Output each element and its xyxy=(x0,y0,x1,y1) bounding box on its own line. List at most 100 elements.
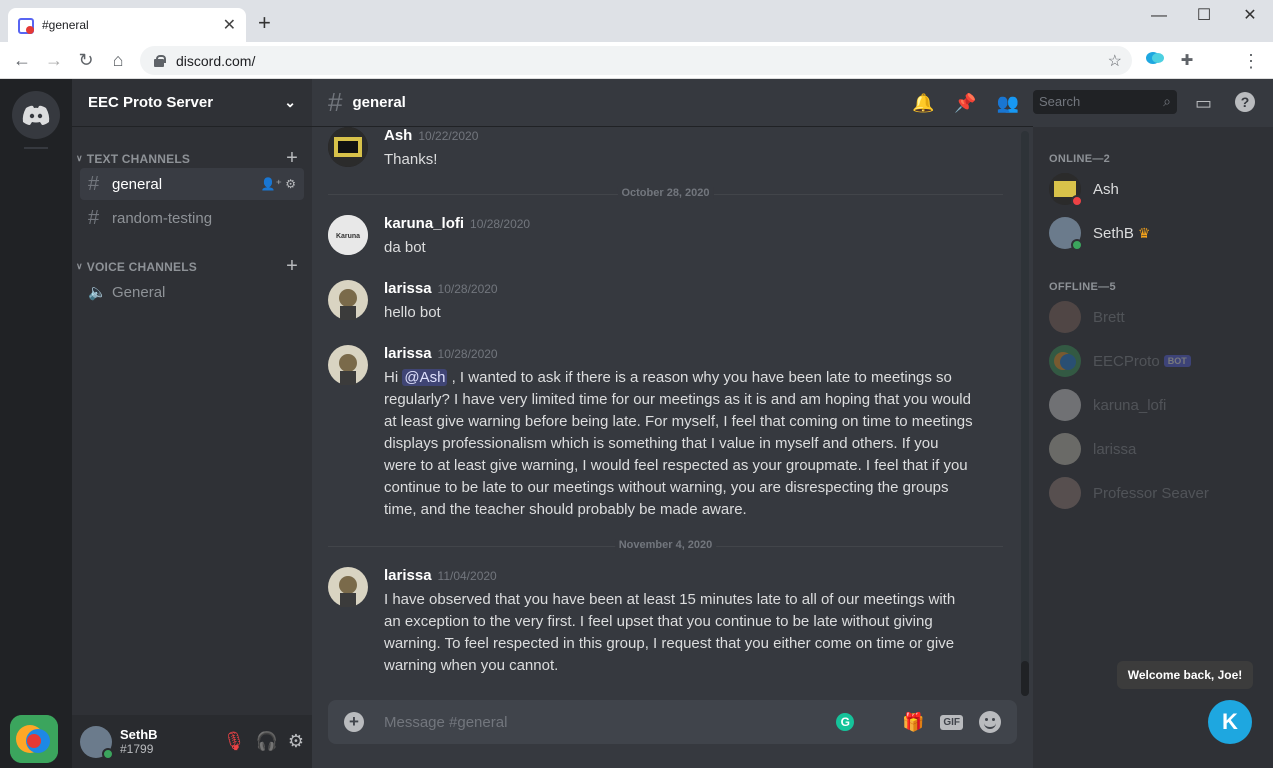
extensions-puzzle-icon[interactable]: ✚ xyxy=(1176,50,1198,72)
hash-icon: # xyxy=(328,87,343,117)
message-text: da bot xyxy=(384,239,426,256)
avatar[interactable] xyxy=(328,567,368,607)
channel-sidebar: EEC Proto Server ⌄ ∨ TEXT CHANNELS + # g… xyxy=(72,79,312,768)
eec-proto-server-icon[interactable] xyxy=(10,715,58,763)
avatar[interactable] xyxy=(328,345,368,385)
user-panel: SethB #1799 🎙 🎧 ⚙ xyxy=(72,715,312,768)
gif-icon[interactable]: GIF xyxy=(940,714,963,730)
server-header[interactable]: EEC Proto Server ⌄ xyxy=(72,79,312,127)
search-input[interactable]: Search ⌕ xyxy=(1033,90,1177,114)
message-timestamp: 10/28/2020 xyxy=(437,347,498,361)
pinned-messages-icon[interactable]: 📌 xyxy=(954,93,976,114)
channel-random-testing[interactable]: # random-testing xyxy=(80,202,304,234)
server-list xyxy=(0,79,72,768)
message-text: hello bot xyxy=(384,304,441,321)
avatar xyxy=(1049,477,1081,509)
forward-icon[interactable]: → xyxy=(42,48,66,72)
discord-home-button[interactable] xyxy=(12,91,60,139)
dnd-status-icon xyxy=(1071,195,1083,207)
avatar[interactable]: Karuna xyxy=(328,215,368,255)
user-tag: #1799 xyxy=(120,741,154,756)
hash-icon: # xyxy=(88,172,100,195)
add-channel-icon[interactable]: + xyxy=(286,255,298,278)
crown-icon: ♛ xyxy=(1137,224,1151,241)
grammarly-icon[interactable]: G xyxy=(836,713,855,731)
emoji-icon[interactable] xyxy=(979,711,1001,733)
menu-kebab-icon[interactable]: ⋮ xyxy=(1240,50,1262,72)
chevron-down-icon[interactable]: ⌄ xyxy=(284,94,296,111)
member-item[interactable]: Brett xyxy=(1049,301,1125,333)
home-icon[interactable]: ⌂ xyxy=(106,48,130,72)
server-name: EEC Proto Server xyxy=(88,94,214,111)
chat-scrollbar[interactable] xyxy=(1021,131,1029,696)
category-label: VOICE CHANNELS xyxy=(86,259,197,274)
avatar[interactable] xyxy=(80,725,114,760)
add-channel-icon[interactable]: + xyxy=(286,147,298,170)
scrollbar-thumb[interactable] xyxy=(1021,661,1029,696)
category-label: TEXT CHANNELS xyxy=(86,151,191,166)
offline-header: OFFLINE—5 xyxy=(1049,281,1116,293)
notification-bell-icon[interactable]: 🔔 xyxy=(912,93,934,114)
mute-mic-icon[interactable]: 🎙 xyxy=(223,731,246,752)
k-chat-widget-button[interactable]: K xyxy=(1208,700,1252,744)
member-item[interactable]: SethB ♛ xyxy=(1049,217,1151,251)
chevron-down-icon: ∨ xyxy=(76,153,83,163)
message-author[interactable]: Ash 10/22/2020 xyxy=(384,127,478,144)
avatar[interactable] xyxy=(328,127,368,167)
close-window-button[interactable]: ✕ xyxy=(1227,4,1273,28)
voice-channels-category[interactable]: ∨ VOICE CHANNELS + xyxy=(76,255,298,278)
user-settings-gear-icon[interactable]: ⚙ xyxy=(288,731,304,752)
address-bar[interactable]: discord.com/ ☆ xyxy=(140,46,1132,75)
message-timestamp: 10/28/2020 xyxy=(437,282,498,296)
voice-channel-general[interactable]: 🔈 General xyxy=(80,276,304,308)
extension-chat-icon[interactable] xyxy=(1144,50,1166,72)
message-timestamp: 10/22/2020 xyxy=(418,129,479,143)
message-author[interactable]: larissa 10/28/2020 xyxy=(384,345,498,362)
add-attachment-icon[interactable]: + xyxy=(344,712,364,732)
message-list: Ash 10/22/2020 Thanks! October 28, 2020 K… xyxy=(312,127,1033,697)
member-item[interactable]: Ash xyxy=(1049,173,1119,207)
browser-tab[interactable]: #general ✕ xyxy=(8,8,246,42)
online-status-icon xyxy=(102,747,114,760)
online-header: ONLINE—2 xyxy=(1049,153,1111,165)
member-item[interactable]: Professor Seaver xyxy=(1049,477,1209,509)
browser-toolbar: ← → ↻ ⌂ discord.com/ ☆ ✚ ⋮ xyxy=(0,42,1273,79)
message-composer[interactable]: + Message #general G 🎁 GIF xyxy=(328,700,1017,744)
channel-label: general xyxy=(112,175,163,193)
inbox-icon[interactable]: ▭ xyxy=(1195,93,1212,114)
text-channels-category[interactable]: ∨ TEXT CHANNELS + xyxy=(76,147,298,170)
back-icon[interactable]: ← xyxy=(10,48,34,72)
online-status-icon xyxy=(1071,239,1083,251)
member-list-icon[interactable]: 👥 xyxy=(997,93,1019,114)
message-text: Hi @Ash , I wanted to ask if there is a … xyxy=(384,369,973,518)
reload-icon[interactable]: ↻ xyxy=(74,48,98,72)
composer-input[interactable]: Message #general xyxy=(384,714,507,731)
member-item[interactable]: karuna_lofi xyxy=(1049,389,1166,421)
headphones-icon[interactable]: 🎧 xyxy=(255,731,277,752)
member-item[interactable]: larissa xyxy=(1049,433,1136,465)
chat-area: # general 🔔 📌 👥 Ash 10/22/2020 Thanks! Oc… xyxy=(312,79,1033,768)
lock-icon xyxy=(154,54,166,67)
message-author[interactable]: karuna_lofi 10/28/2020 xyxy=(384,215,530,232)
message-author[interactable]: larissa 10/28/2020 xyxy=(384,280,498,297)
message-text: Thanks! xyxy=(384,151,438,168)
discord-logo-icon xyxy=(22,105,50,125)
invite-settings-icons[interactable]: 👤⁺ ⚙ xyxy=(261,177,296,191)
message-author[interactable]: larissa 11/04/2020 xyxy=(384,567,497,584)
maximize-button[interactable]: ☐ xyxy=(1181,4,1227,28)
new-tab-button[interactable]: + xyxy=(258,10,271,36)
tab-close-icon[interactable]: ✕ xyxy=(223,15,236,35)
message-timestamp: 10/28/2020 xyxy=(470,217,531,231)
bookmark-star-icon[interactable]: ☆ xyxy=(1108,51,1122,71)
avatar xyxy=(1049,389,1081,421)
gift-icon[interactable]: 🎁 xyxy=(902,713,924,731)
help-icon[interactable]: ? xyxy=(1235,92,1255,112)
channel-title: general xyxy=(352,94,406,111)
member-item[interactable]: EECProto BOT xyxy=(1049,345,1191,377)
channel-label: random-testing xyxy=(112,209,213,227)
avatar[interactable] xyxy=(328,280,368,320)
user-mention[interactable]: @Ash xyxy=(402,369,448,386)
avatar xyxy=(1049,433,1081,465)
minimize-button[interactable]: — xyxy=(1136,4,1182,28)
channel-general[interactable]: # general 👤⁺ ⚙ xyxy=(80,168,304,200)
